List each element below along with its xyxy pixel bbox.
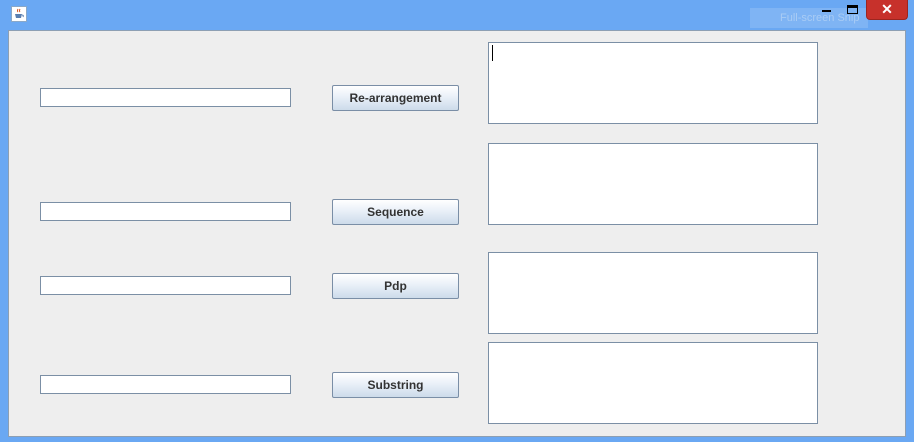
app-window: Full-screen Snip ✕ Re-arrangement Sequen… [0,0,914,442]
substring-input[interactable] [40,375,291,394]
rearrangement-button[interactable]: Re-arrangement [332,85,459,111]
pdp-output[interactable] [488,252,818,334]
pdp-button[interactable]: Pdp [332,273,459,299]
sequence-input[interactable] [40,202,291,221]
text-caret [492,45,493,61]
substring-button[interactable]: Substring [332,372,459,398]
sequence-output[interactable] [488,143,818,225]
sequence-button[interactable]: Sequence [332,199,459,225]
content-panel: Re-arrangement Sequence Pdp Substring [8,30,906,437]
maximize-button[interactable] [840,0,866,20]
minimize-button[interactable] [812,0,840,20]
close-icon: ✕ [881,1,893,17]
rearrangement-output[interactable] [488,42,818,124]
substring-output[interactable] [488,342,818,424]
pdp-input[interactable] [40,276,291,295]
rearrangement-input[interactable] [40,88,291,107]
java-cup-icon[interactable] [11,6,27,22]
close-button[interactable]: ✕ [866,0,908,20]
title-bar[interactable]: Full-screen Snip ✕ [0,0,914,30]
maximize-icon [847,5,858,14]
minimize-icon [822,10,831,12]
